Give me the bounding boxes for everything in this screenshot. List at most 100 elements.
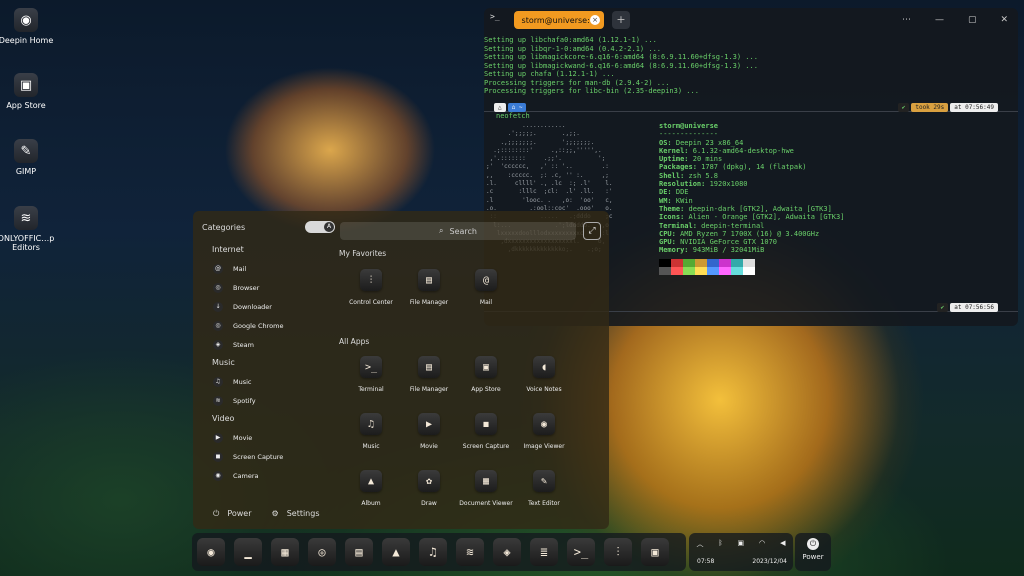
category-view-icon: A xyxy=(324,222,334,232)
all-apps-title: All Apps xyxy=(339,337,370,346)
app-icon: ◈ xyxy=(213,339,223,350)
neofetch-value: 6.1.32-amd64-desktop-hwe xyxy=(692,146,794,155)
app-icon: ♫ xyxy=(213,376,223,387)
terminal-icon: >_ xyxy=(490,12,500,21)
dock-power-button[interactable]: ⏻ Power xyxy=(795,533,831,571)
chevron-up-icon[interactable]: ︿ xyxy=(696,539,703,549)
desktop-item[interactable]: ≋ ONLYOFFIC…p Editors xyxy=(0,206,60,252)
dock-file-manager-icon[interactable]: ▤ xyxy=(345,538,373,566)
neofetch-key: GPU: xyxy=(659,238,676,247)
menu-icon[interactable]: ⋯ xyxy=(902,15,911,25)
volume-icon[interactable]: ◀ xyxy=(780,539,785,549)
terminal-tab[interactable]: storm@universe:~ × xyxy=(514,11,604,29)
power-button[interactable]: ⏻ Power xyxy=(213,509,252,519)
desktop-item[interactable]: ▣ App Store xyxy=(0,73,60,110)
dock-layers-icon[interactable]: ≣ xyxy=(530,538,558,566)
category-heading[interactable]: Video xyxy=(193,410,328,428)
category-app-item[interactable]: @ Mail xyxy=(193,259,328,278)
category-app-item[interactable]: ♫ Music xyxy=(193,372,328,391)
search-placeholder: Search xyxy=(449,226,477,236)
category-app-item[interactable]: ◎ Google Chrome xyxy=(193,316,328,335)
clock-time[interactable]: 07:58 xyxy=(697,558,714,565)
neofetch-key: DE: xyxy=(659,188,672,197)
onlyoffice-icon: ≋ xyxy=(14,206,38,230)
neofetch-key: Shell: xyxy=(659,171,685,180)
prompt-line: △ ⌂ ~ ✔ took 29s at 07:56:49 xyxy=(484,102,1018,112)
dock-multitask-icon[interactable]: ▁ xyxy=(234,538,262,566)
category-app-item[interactable]: ↓ Downloader xyxy=(193,297,328,316)
clock-date[interactable]: 2023/12/04 xyxy=(752,558,787,565)
app-label: Text Editor xyxy=(528,500,560,507)
color-swatch xyxy=(659,266,671,275)
category-app-item[interactable]: ≋ Spotify xyxy=(193,391,328,410)
category-app-item[interactable]: ◎ Browser xyxy=(193,278,328,297)
system-tray[interactable]: ︿ ᛒ ▣ ◠ ◀ 07:58 2023/12/04 xyxy=(689,533,793,571)
app-launcher: Categories A Internet @ Mail ◎ Browser ↓ Downl… xyxy=(193,211,609,529)
desktop-item[interactable]: ✎ GIMP xyxy=(0,139,60,176)
dock-control-center-icon[interactable]: ⫶ xyxy=(604,538,632,566)
category-app-item[interactable]: ◈ Steam xyxy=(193,335,328,354)
dock-album-icon[interactable]: ▲ xyxy=(382,538,410,566)
dock-launcher-icon[interactable]: ◉ xyxy=(197,538,225,566)
view-toggle[interactable]: A xyxy=(305,221,335,233)
terminal-line: Setting up libmagickwand-6.q16-6:amd64 (… xyxy=(484,61,758,70)
terminal-tab-title: storm@universe:~ xyxy=(521,15,597,25)
search-box[interactable]: ⌕ Search xyxy=(340,222,576,240)
app-icon: ▣ xyxy=(475,356,497,378)
maximize-button[interactable]: ▢ xyxy=(968,15,977,25)
wifi-icon[interactable]: ◠ xyxy=(759,539,765,549)
desktop-item[interactable]: ◉ Deepin Home xyxy=(0,8,60,45)
settings-button[interactable]: ⚙ Settings xyxy=(272,509,320,519)
new-tab-button[interactable]: + xyxy=(612,11,630,29)
category-heading[interactable]: Internet xyxy=(193,241,328,259)
dock-steam-icon[interactable]: ◈ xyxy=(493,538,521,566)
neofetch-value: Alien - Orange [GTK2], Adwaita [GTK3] xyxy=(688,213,845,222)
app-tile[interactable]: @ Mail xyxy=(451,269,521,306)
terminal-line: Processing triggers for man-db (2.9.4-2)… xyxy=(484,78,670,87)
minimize-button[interactable]: — xyxy=(935,15,944,25)
desktop-item-label: App Store xyxy=(6,101,46,110)
dock-music-icon[interactable]: ♫ xyxy=(419,538,447,566)
app-icon: ⫶ xyxy=(360,269,382,291)
neofetch-value: deepin-terminal xyxy=(701,221,765,230)
power-label: Power xyxy=(227,509,252,518)
app-icon: ▤ xyxy=(418,356,440,378)
color-palette-bottom xyxy=(659,266,844,275)
app-icon: ▶ xyxy=(418,413,440,435)
dock-chrome-icon[interactable]: ◎ xyxy=(308,538,336,566)
gimp-icon: ✎ xyxy=(14,139,38,163)
neofetch-key: Theme: xyxy=(659,204,685,213)
category-heading[interactable]: Music xyxy=(193,354,328,372)
app-icon: ♫ xyxy=(360,413,382,435)
dock-app-store-icon[interactable]: ▣ xyxy=(641,538,669,566)
check-icon: ✔ xyxy=(936,302,949,312)
os-segment: △ xyxy=(494,102,506,112)
took-segment: took 29s xyxy=(911,102,949,112)
app-label: Image Viewer xyxy=(523,443,565,450)
fullscreen-button[interactable]: ⤢ xyxy=(583,222,601,240)
app-icon: @ xyxy=(213,263,223,274)
bluetooth-icon[interactable]: ᛒ xyxy=(718,539,722,549)
close-tab-icon[interactable]: × xyxy=(590,15,600,25)
dock-spotify-icon[interactable]: ≋ xyxy=(456,538,484,566)
neofetch-row: Terminal: deepin-terminal xyxy=(659,222,844,230)
terminal-line: Setting up libmagickcore-6.q16-6:amd64 (… xyxy=(484,53,758,61)
screenshot-icon[interactable]: ▣ xyxy=(738,539,745,549)
dock-workspace-icon[interactable]: ▦ xyxy=(271,538,299,566)
terminal-line: Setting up libqr-1-0:amd64 (0.4.2-2.1) .… xyxy=(484,44,662,53)
neofetch-key: Resolution: xyxy=(659,180,706,189)
dock-terminal-icon[interactable]: >_ xyxy=(567,538,595,566)
app-tile[interactable]: ◖ Voice Notes xyxy=(509,356,579,393)
app-tile[interactable]: ◉ Image Viewer xyxy=(509,413,579,450)
app-icon: ✿ xyxy=(418,470,440,492)
close-button[interactable]: ✕ xyxy=(1000,15,1008,25)
gear-icon: ⚙ xyxy=(271,509,279,518)
dock-power-label: Power xyxy=(802,553,824,561)
category-app-item[interactable]: ◉ Camera xyxy=(193,466,328,485)
app-icon: @ xyxy=(475,269,497,291)
category-app-item[interactable]: ▶ Movie xyxy=(193,428,328,447)
check-icon: ✔ xyxy=(897,102,910,112)
app-icon: ◖ xyxy=(533,356,555,378)
category-app-item[interactable]: ◼ Screen Capture xyxy=(193,447,328,466)
app-tile[interactable]: ✎ Text Editor xyxy=(509,470,579,507)
